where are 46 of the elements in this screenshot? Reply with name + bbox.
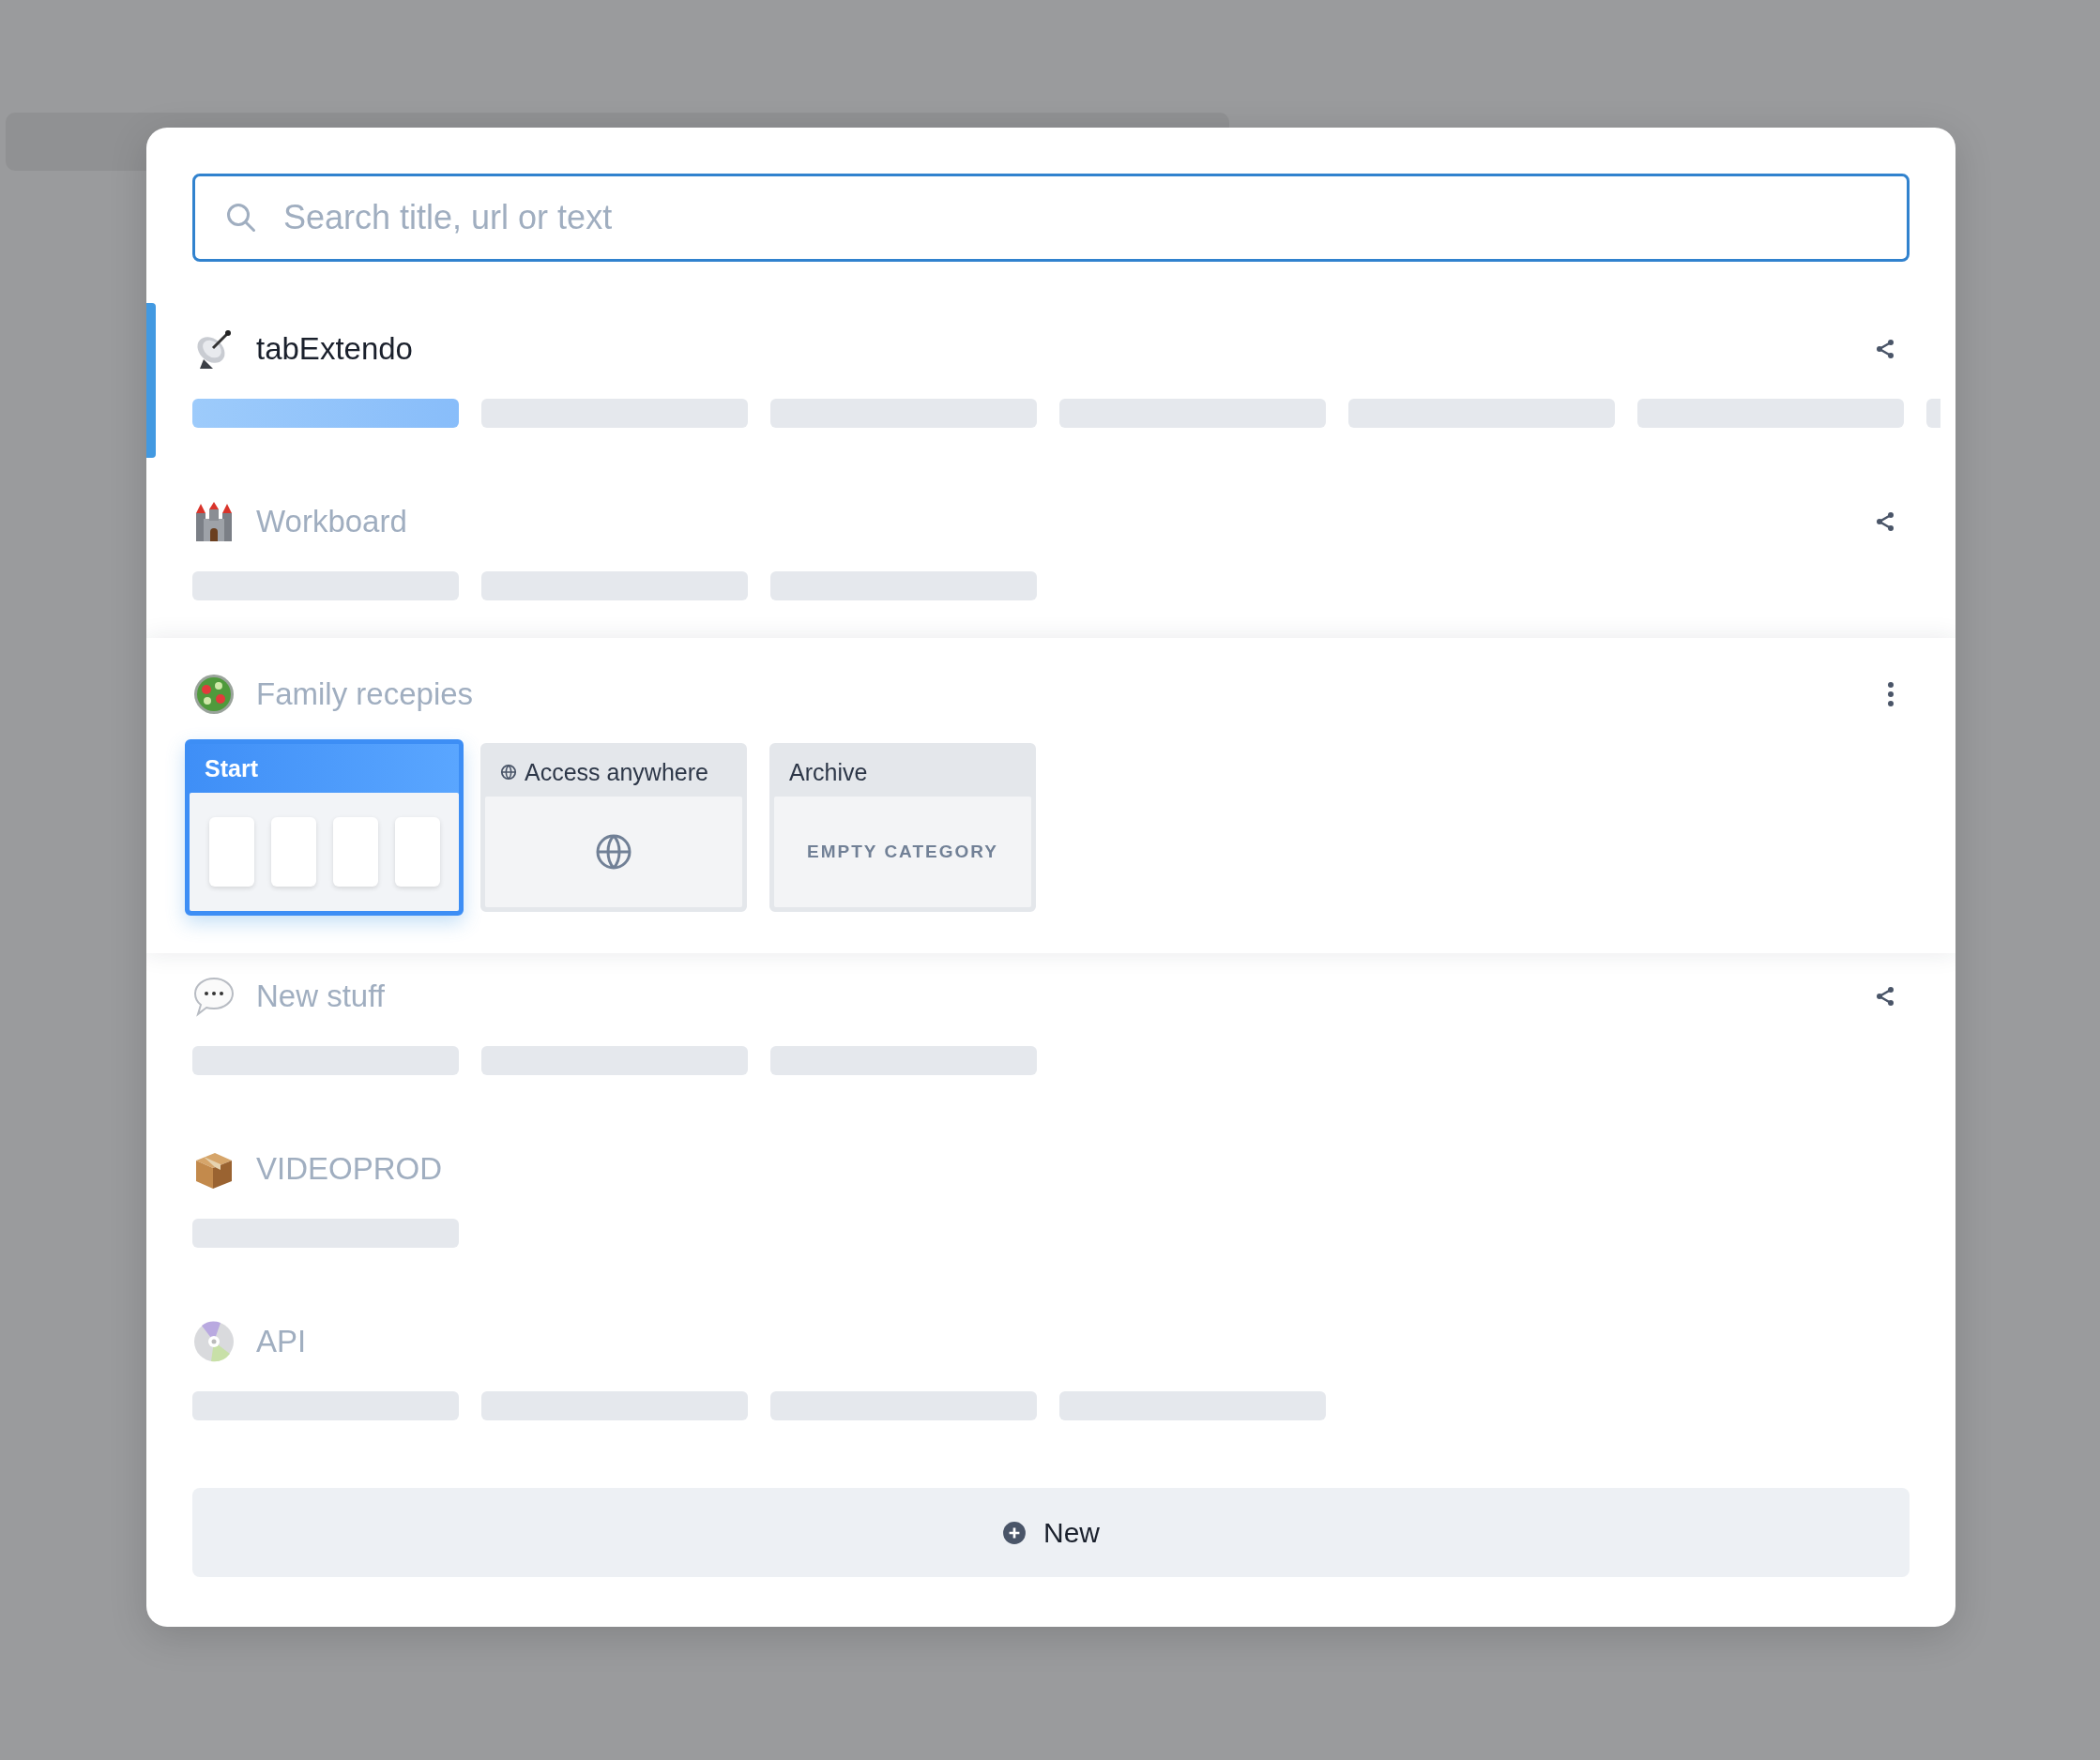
- category-placeholder[interactable]: [770, 1391, 1037, 1420]
- category-title: Start: [205, 754, 258, 782]
- search-icon: [224, 201, 258, 235]
- space-title[interactable]: Workboard: [256, 504, 407, 539]
- space-title[interactable]: tabExtendo: [256, 331, 413, 367]
- category-placeholder[interactable]: [1059, 1391, 1326, 1420]
- category-placeholder[interactable]: [481, 399, 748, 428]
- space-title[interactable]: VIDEOPROD: [256, 1151, 443, 1187]
- category-placeholder[interactable]: [481, 571, 748, 600]
- category-title: Archive: [789, 758, 868, 786]
- category-placeholder[interactable]: [192, 571, 459, 600]
- category-title: Access anywhere: [525, 758, 708, 786]
- category-placeholder[interactable]: [1059, 399, 1326, 428]
- category-placeholder[interactable]: [770, 571, 1037, 600]
- category-placeholder[interactable]: [481, 1391, 748, 1420]
- space-title[interactable]: API: [256, 1324, 307, 1359]
- speech-bubble-icon: [192, 975, 236, 1018]
- category-card[interactable]: Access anywhere: [480, 743, 747, 912]
- category-placeholder[interactable]: [481, 1046, 748, 1075]
- space-title[interactable]: Family recepies: [256, 676, 474, 712]
- category-placeholder[interactable]: [192, 1046, 459, 1075]
- category-card[interactable]: Start: [185, 739, 464, 916]
- tab-tile[interactable]: [332, 817, 378, 887]
- category-placeholder[interactable]: [1348, 399, 1615, 428]
- category-placeholder[interactable]: [770, 1046, 1037, 1075]
- share-icon[interactable]: [1874, 985, 1896, 1008]
- tab-tile[interactable]: [270, 817, 316, 887]
- disc-icon: [192, 1320, 236, 1363]
- more-icon[interactable]: [1885, 680, 1896, 708]
- share-icon[interactable]: [1874, 510, 1896, 533]
- salad-bowl-icon: [192, 673, 236, 716]
- category-placeholder[interactable]: [192, 399, 459, 428]
- empty-category-label: EMPTY CATEGORY: [807, 842, 998, 862]
- tab-tile[interactable]: [394, 817, 440, 887]
- category-placeholder[interactable]: [192, 1391, 459, 1420]
- plus-circle-icon: [1002, 1520, 1027, 1545]
- new-button[interactable]: New: [192, 1488, 1910, 1577]
- tab-tile[interactable]: [208, 817, 254, 887]
- search-field[interactable]: Search title, url or text: [192, 174, 1910, 262]
- globe-icon: [595, 833, 632, 871]
- share-icon[interactable]: [1874, 338, 1896, 360]
- category-placeholder[interactable]: [192, 1219, 459, 1248]
- space-title[interactable]: New stuff: [256, 979, 385, 1014]
- category-placeholder[interactable]: [1637, 399, 1904, 428]
- category-placeholder[interactable]: [770, 399, 1037, 428]
- category-card[interactable]: Archive EMPTY CATEGORY: [769, 743, 1036, 912]
